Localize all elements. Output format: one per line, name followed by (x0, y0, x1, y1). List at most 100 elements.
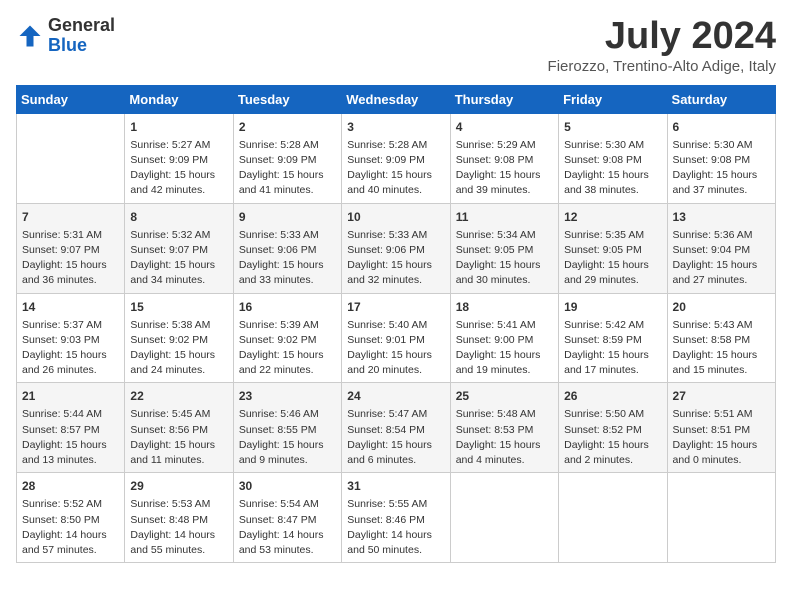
calendar-day: 22 Sunrise: 5:45 AM Sunset: 8:56 PM Dayli… (125, 383, 233, 473)
calendar-day: 14Sunrise: 5:37 AM Sunset: 9:03 PM Dayli… (17, 293, 125, 383)
day-info: Sunrise: 5:50 AM Sunset: 8:52 PM Dayligh… (564, 407, 661, 468)
calendar-week-4: 21Sunrise: 5:44 AM Sunset: 8:57 PM Dayli… (17, 383, 776, 473)
calendar-day: 18Sunrise: 5:41 AM Sunset: 9:00 PM Dayli… (450, 293, 558, 383)
day-info: Sunrise: 5:34 AM Sunset: 9:05 PM Dayligh… (456, 228, 553, 289)
calendar-day: 2 Sunrise: 5:28 AM Sunset: 9:09 PM Daylig… (233, 113, 341, 203)
day-info: Sunrise: 5:47 AM Sunset: 8:54 PM Dayligh… (347, 407, 444, 468)
calendar-day: 13 Sunrise: 5:36 AM Sunset: 9:04 PM Dayli… (667, 203, 775, 293)
calendar-day: 17 Sunrise: 5:40 AM Sunset: 9:01 PM Dayli… (342, 293, 450, 383)
day-info: Sunrise: 5:39 AM Sunset: 9:02 PM Dayligh… (239, 318, 336, 379)
day-info: Sunrise: 5:45 AM Sunset: 8:56 PM Dayligh… (130, 407, 227, 468)
day-info: Sunrise: 5:40 AM Sunset: 9:01 PM Dayligh… (347, 318, 444, 379)
day-info: Sunrise: 5:43 AM Sunset: 8:58 PM Dayligh… (673, 318, 770, 379)
calendar-day: 7 Sunrise: 5:31 AM Sunset: 9:07 PM Daylig… (17, 203, 125, 293)
day-number: 24 (347, 387, 444, 405)
calendar-day: 27 Sunrise: 5:51 AM Sunset: 8:51 PM Dayli… (667, 383, 775, 473)
weekday-header-wednesday: Wednesday (342, 85, 450, 113)
calendar-day (450, 473, 558, 563)
calendar-day: 29 Sunrise: 5:53 AM Sunset: 8:48 PM Dayli… (125, 473, 233, 563)
day-number: 13 (673, 208, 770, 226)
day-number: 15 (130, 298, 227, 316)
day-number: 2 (239, 118, 336, 136)
day-info: Sunrise: 5:37 AM Sunset: 9:03 PM Dayligh… (22, 318, 119, 379)
day-info: Sunrise: 5:32 AM Sunset: 9:07 PM Dayligh… (130, 228, 227, 289)
day-number: 8 (130, 208, 227, 226)
day-info: Sunrise: 5:33 AM Sunset: 9:06 PM Dayligh… (239, 228, 336, 289)
weekday-header-monday: Monday (125, 85, 233, 113)
day-number: 4 (456, 118, 553, 136)
page-header: General Blue July 2024 Fierozzo, Trentin… (16, 16, 776, 75)
calendar-day: 20 Sunrise: 5:43 AM Sunset: 8:58 PM Dayli… (667, 293, 775, 383)
day-number: 18 (456, 298, 553, 316)
day-number: 31 (347, 477, 444, 495)
day-info: Sunrise: 5:36 AM Sunset: 9:04 PM Dayligh… (673, 228, 770, 289)
main-title: July 2024 (548, 16, 776, 58)
weekday-header-sunday: Sunday (17, 85, 125, 113)
day-number: 7 (22, 208, 119, 226)
day-number: 6 (673, 118, 770, 136)
title-block: July 2024 Fierozzo, Trentino-Alto Adige,… (548, 16, 776, 75)
calendar-day: 3Sunrise: 5:28 AM Sunset: 9:09 PM Daylig… (342, 113, 450, 203)
day-number: 30 (239, 477, 336, 495)
day-number: 20 (673, 298, 770, 316)
calendar-day: 5Sunrise: 5:30 AM Sunset: 9:08 PM Daylig… (559, 113, 667, 203)
day-number: 29 (130, 477, 227, 495)
day-info: Sunrise: 5:46 AM Sunset: 8:55 PM Dayligh… (239, 407, 336, 468)
day-info: Sunrise: 5:29 AM Sunset: 9:08 PM Dayligh… (456, 138, 553, 199)
calendar-day: 25 Sunrise: 5:48 AM Sunset: 8:53 PM Dayli… (450, 383, 558, 473)
day-info: Sunrise: 5:38 AM Sunset: 9:02 PM Dayligh… (130, 318, 227, 379)
calendar-day (667, 473, 775, 563)
logo-icon (16, 22, 44, 50)
day-number: 27 (673, 387, 770, 405)
day-number: 10 (347, 208, 444, 226)
day-number: 28 (22, 477, 119, 495)
calendar-table: SundayMondayTuesdayWednesdayThursdayFrid… (16, 85, 776, 563)
day-info: Sunrise: 5:30 AM Sunset: 9:08 PM Dayligh… (564, 138, 661, 199)
calendar-day: 19 Sunrise: 5:42 AM Sunset: 8:59 PM Dayli… (559, 293, 667, 383)
day-number: 22 (130, 387, 227, 405)
day-info: Sunrise: 5:35 AM Sunset: 9:05 PM Dayligh… (564, 228, 661, 289)
day-number: 12 (564, 208, 661, 226)
day-info: Sunrise: 5:42 AM Sunset: 8:59 PM Dayligh… (564, 318, 661, 379)
calendar-day (559, 473, 667, 563)
day-number: 19 (564, 298, 661, 316)
day-info: Sunrise: 5:54 AM Sunset: 8:47 PM Dayligh… (239, 497, 336, 558)
calendar-week-1: 1 Sunrise: 5:27 AM Sunset: 9:09 PM Daylig… (17, 113, 776, 203)
calendar-day: 4 Sunrise: 5:29 AM Sunset: 9:08 PM Daylig… (450, 113, 558, 203)
day-number: 23 (239, 387, 336, 405)
day-info: Sunrise: 5:31 AM Sunset: 9:07 PM Dayligh… (22, 228, 119, 289)
calendar-day: 31 Sunrise: 5:55 AM Sunset: 8:46 PM Dayli… (342, 473, 450, 563)
calendar-day: 23 Sunrise: 5:46 AM Sunset: 8:55 PM Dayli… (233, 383, 341, 473)
calendar-day: 15 Sunrise: 5:38 AM Sunset: 9:02 PM Dayli… (125, 293, 233, 383)
calendar-day: 16Sunrise: 5:39 AM Sunset: 9:02 PM Dayli… (233, 293, 341, 383)
day-info: Sunrise: 5:48 AM Sunset: 8:53 PM Dayligh… (456, 407, 553, 468)
calendar-day: 11Sunrise: 5:34 AM Sunset: 9:05 PM Dayli… (450, 203, 558, 293)
day-info: Sunrise: 5:53 AM Sunset: 8:48 PM Dayligh… (130, 497, 227, 558)
day-info: Sunrise: 5:44 AM Sunset: 8:57 PM Dayligh… (22, 407, 119, 468)
calendar-day: 6 Sunrise: 5:30 AM Sunset: 9:08 PM Daylig… (667, 113, 775, 203)
calendar-week-2: 7 Sunrise: 5:31 AM Sunset: 9:07 PM Daylig… (17, 203, 776, 293)
day-number: 1 (130, 118, 227, 136)
day-number: 17 (347, 298, 444, 316)
day-info: Sunrise: 5:55 AM Sunset: 8:46 PM Dayligh… (347, 497, 444, 558)
calendar-day: 24 Sunrise: 5:47 AM Sunset: 8:54 PM Dayli… (342, 383, 450, 473)
day-info: Sunrise: 5:27 AM Sunset: 9:09 PM Dayligh… (130, 138, 227, 199)
subtitle: Fierozzo, Trentino-Alto Adige, Italy (548, 58, 776, 75)
calendar-day (17, 113, 125, 203)
day-info: Sunrise: 5:30 AM Sunset: 9:08 PM Dayligh… (673, 138, 770, 199)
logo-text: General Blue (48, 16, 115, 56)
day-info: Sunrise: 5:28 AM Sunset: 9:09 PM Dayligh… (239, 138, 336, 199)
weekday-header-thursday: Thursday (450, 85, 558, 113)
calendar-day: 26 Sunrise: 5:50 AM Sunset: 8:52 PM Dayli… (559, 383, 667, 473)
calendar-day: 10Sunrise: 5:33 AM Sunset: 9:06 PM Dayli… (342, 203, 450, 293)
weekday-header-tuesday: Tuesday (233, 85, 341, 113)
calendar-day: 12 Sunrise: 5:35 AM Sunset: 9:05 PM Dayli… (559, 203, 667, 293)
day-number: 25 (456, 387, 553, 405)
day-info: Sunrise: 5:28 AM Sunset: 9:09 PM Dayligh… (347, 138, 444, 199)
calendar-day: 21Sunrise: 5:44 AM Sunset: 8:57 PM Dayli… (17, 383, 125, 473)
calendar-day: 30 Sunrise: 5:54 AM Sunset: 8:47 PM Dayli… (233, 473, 341, 563)
day-info: Sunrise: 5:51 AM Sunset: 8:51 PM Dayligh… (673, 407, 770, 468)
day-number: 26 (564, 387, 661, 405)
calendar-week-5: 28Sunrise: 5:52 AM Sunset: 8:50 PM Dayli… (17, 473, 776, 563)
weekday-header-friday: Friday (559, 85, 667, 113)
